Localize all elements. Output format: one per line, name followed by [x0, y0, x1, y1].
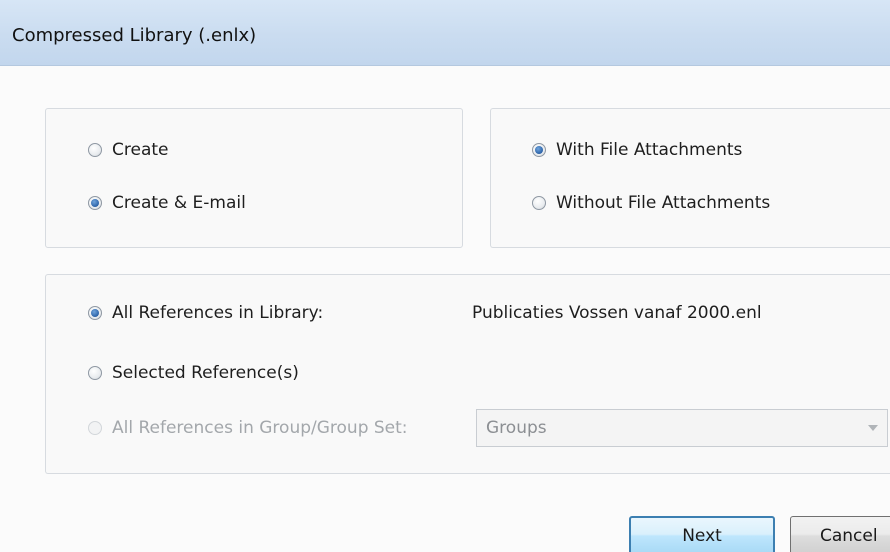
create-radio[interactable]: Create — [88, 140, 169, 160]
library-file-name: Publicaties Vossen vanaf 2000.enl — [472, 303, 762, 323]
groups-dropdown: Groups — [476, 409, 888, 447]
create-email-radio-button[interactable] — [88, 196, 102, 210]
attachments-group-box — [490, 108, 890, 248]
next-button[interactable]: Next — [629, 516, 775, 552]
without-attachments-radio-button[interactable] — [532, 196, 546, 210]
all-references-radio[interactable]: All References in Library: — [88, 303, 323, 323]
create-radio-button[interactable] — [88, 143, 102, 157]
all-references-radio-label[interactable]: All References in Library: — [112, 303, 323, 323]
group-set-radio-button — [88, 421, 102, 435]
with-attachments-radio[interactable]: With File Attachments — [532, 140, 742, 160]
selected-references-radio-button[interactable] — [88, 366, 102, 380]
dialog-title: Compressed Library (.enlx) — [12, 25, 257, 46]
selected-references-radio[interactable]: Selected Reference(s) — [88, 363, 299, 383]
create-email-radio-label[interactable]: Create & E-mail — [112, 193, 246, 213]
action-group-box — [45, 108, 463, 248]
dropdown-arrow-icon — [868, 425, 878, 431]
with-attachments-radio-label[interactable]: With File Attachments — [556, 140, 742, 160]
without-attachments-radio-label[interactable]: Without File Attachments — [556, 193, 770, 213]
groups-dropdown-value: Groups — [486, 418, 547, 438]
group-set-radio-label: All References in Group/Group Set: — [112, 418, 408, 438]
compressed-library-dialog: Compressed Library (.enlx) Create Create… — [0, 0, 890, 552]
cancel-button[interactable]: Cancel — [790, 516, 890, 552]
all-references-radio-button[interactable] — [88, 306, 102, 320]
title-bar: Compressed Library (.enlx) — [0, 0, 890, 66]
with-attachments-radio-button[interactable] — [532, 143, 546, 157]
create-radio-label[interactable]: Create — [112, 140, 169, 160]
without-attachments-radio[interactable]: Without File Attachments — [532, 193, 770, 213]
selected-references-radio-label[interactable]: Selected Reference(s) — [112, 363, 299, 383]
create-email-radio[interactable]: Create & E-mail — [88, 193, 246, 213]
group-set-radio: All References in Group/Group Set: — [88, 418, 408, 438]
